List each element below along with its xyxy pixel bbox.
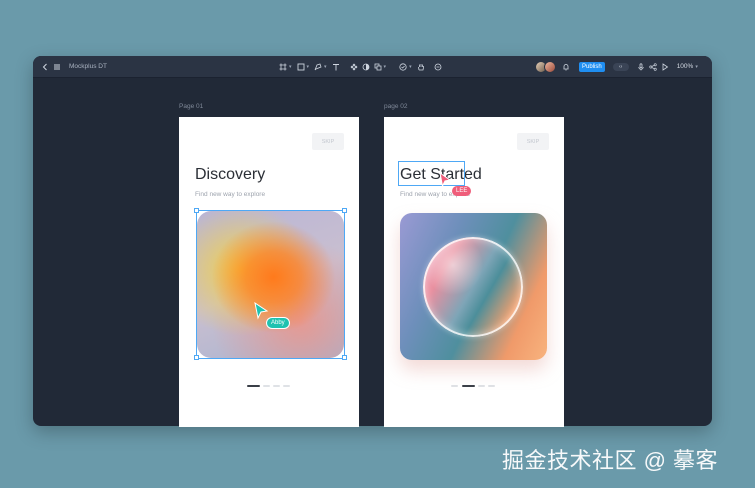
artboard-caret-icon[interactable]: ▾ xyxy=(289,64,292,70)
watermark: 掘金技术社区 @ 摹客 xyxy=(502,448,719,473)
sphere-card[interactable] xyxy=(400,213,547,360)
text-icon[interactable] xyxy=(331,62,341,72)
skip-button[interactable]: SKIP xyxy=(312,133,344,150)
pager-dot-active xyxy=(247,385,260,387)
page-label: page 02 xyxy=(384,103,408,110)
share-icon[interactable] xyxy=(648,62,658,72)
pager-dot xyxy=(478,385,485,387)
component-icon[interactable] xyxy=(349,62,359,72)
cursor-pointer-icon xyxy=(254,302,269,320)
page-title: Discovery xyxy=(195,166,266,183)
artboard-icon[interactable] xyxy=(278,62,288,72)
mic-icon[interactable] xyxy=(636,62,646,72)
skip-button[interactable]: SKIP xyxy=(517,133,549,150)
pen-caret-icon[interactable]: ▾ xyxy=(324,64,327,70)
code-icon: ‹› xyxy=(619,63,623,70)
layers-caret-icon[interactable]: ▾ xyxy=(384,64,387,70)
rect-caret-icon[interactable]: ▾ xyxy=(307,64,310,70)
page-subtitle: Find new way to explore xyxy=(195,191,266,198)
resize-handle[interactable] xyxy=(342,208,347,213)
check-caret-icon[interactable]: ▾ xyxy=(409,64,412,70)
hand-icon[interactable] xyxy=(416,62,426,72)
play-icon[interactable] xyxy=(660,62,670,72)
zoom-caret-icon[interactable]: ▾ xyxy=(695,64,698,70)
resize-handle[interactable] xyxy=(194,208,199,213)
avatar[interactable] xyxy=(544,60,556,73)
resize-handle[interactable] xyxy=(342,355,347,360)
pager-dot xyxy=(273,385,280,387)
text-selection-box xyxy=(398,161,465,186)
app-window: Mockplus DT ▾ ▾ ▾ ▾ ▾ Publish ‹› 100% ▾ xyxy=(33,56,712,426)
document-title: Mockplus DT xyxy=(69,63,107,70)
contrast-icon[interactable] xyxy=(361,62,371,72)
top-toolbar: Mockplus DT ▾ ▾ ▾ ▾ ▾ Publish ‹› 100% ▾ xyxy=(33,56,712,78)
collaborator-tag-abby: Abby xyxy=(266,317,290,329)
page-label: Page 01 xyxy=(179,103,204,110)
cursor-pointer-icon xyxy=(439,172,452,188)
pager-dot xyxy=(451,385,458,387)
menu-icon[interactable] xyxy=(52,62,62,72)
back-icon[interactable] xyxy=(40,62,50,72)
selection-box xyxy=(196,210,345,359)
pen-icon[interactable] xyxy=(313,62,323,72)
rect-icon[interactable] xyxy=(296,62,306,72)
pager-dot xyxy=(283,385,290,387)
pager-dot xyxy=(263,385,270,387)
code-toggle[interactable]: ‹› xyxy=(612,62,629,71)
bell-icon[interactable] xyxy=(561,62,571,72)
collaborator-tag-lee: LEE xyxy=(452,186,472,196)
pager-dot xyxy=(488,385,495,387)
publish-button[interactable]: Publish xyxy=(579,61,605,72)
comment-icon[interactable] xyxy=(433,62,443,72)
pager-dot-active xyxy=(462,385,475,387)
glass-sphere xyxy=(423,237,523,337)
check-icon[interactable] xyxy=(398,62,408,72)
zoom-level[interactable]: 100% xyxy=(677,63,694,70)
resize-handle[interactable] xyxy=(194,355,199,360)
layers-icon[interactable] xyxy=(373,62,383,72)
